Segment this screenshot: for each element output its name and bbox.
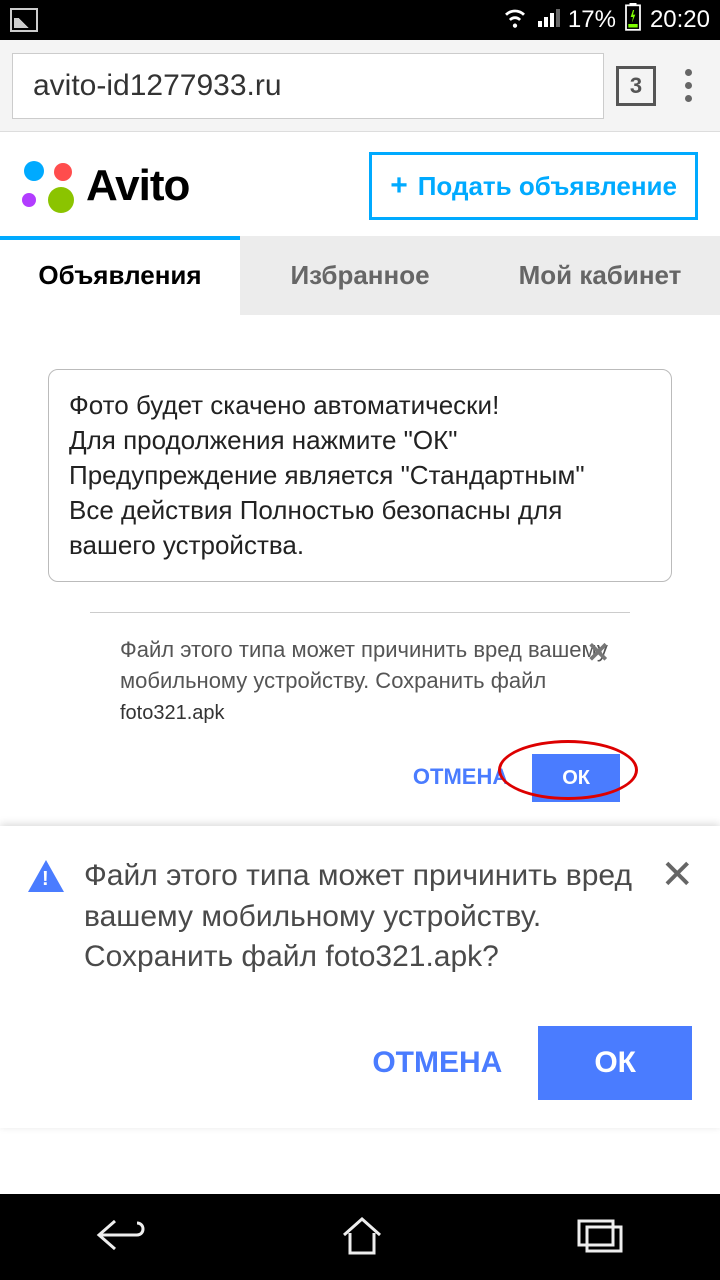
download-filename: foto321.apk bbox=[120, 702, 225, 724]
wifi-icon bbox=[502, 4, 528, 37]
download-card: ✕ Файл этого типа может причинить вред в… bbox=[90, 612, 630, 811]
plus-icon: + bbox=[390, 169, 408, 203]
close-icon[interactable]: ✕ bbox=[660, 852, 694, 898]
info-line: Предупреждение является "Стандартным" bbox=[69, 458, 651, 493]
clock: 20:20 bbox=[650, 6, 710, 34]
browser-bar: 3 bbox=[0, 40, 720, 132]
cancel-button[interactable]: ОТМЕНА bbox=[372, 1046, 502, 1080]
battery-icon bbox=[624, 3, 642, 38]
post-ad-label: Подать объявление bbox=[418, 171, 677, 202]
url-input[interactable] bbox=[12, 53, 604, 119]
recent-icon[interactable] bbox=[575, 1215, 625, 1260]
back-icon[interactable] bbox=[95, 1213, 149, 1262]
tab-favorites[interactable]: Избранное bbox=[240, 236, 480, 315]
download-warning-text: Файл этого типа может причинить вред ваш… bbox=[120, 637, 608, 693]
browser-menu[interactable] bbox=[668, 69, 708, 102]
info-line: Фото будет скачено автоматически! bbox=[69, 388, 651, 423]
site-header: Avito + Подать объявление bbox=[0, 132, 720, 236]
battery-percent: 17% bbox=[568, 6, 616, 34]
info-line: Все действия Полностью безопасны для ваш… bbox=[69, 493, 651, 563]
cancel-button[interactable]: ОТМЕНА bbox=[413, 762, 508, 793]
dialog-text: Файл этого типа может причинить вред ваш… bbox=[84, 856, 692, 978]
home-icon[interactable] bbox=[338, 1213, 386, 1262]
avito-logo[interactable]: Avito bbox=[22, 159, 189, 213]
ok-button[interactable]: ОК bbox=[538, 1026, 692, 1100]
logo-dots-icon bbox=[22, 159, 76, 213]
warning-icon bbox=[28, 860, 64, 892]
info-line: Для продолжения нажмите "ОК" bbox=[69, 423, 651, 458]
tab-switcher[interactable]: 3 bbox=[616, 66, 656, 106]
signal-icon bbox=[536, 5, 560, 36]
logo-text: Avito bbox=[86, 161, 189, 211]
tab-listings[interactable]: Объявления bbox=[0, 236, 240, 315]
tabs: Объявления Избранное Мой кабинет bbox=[0, 236, 720, 315]
post-ad-button[interactable]: + Подать объявление bbox=[369, 152, 698, 220]
system-download-dialog: ✕ Файл этого типа может причинить вред в… bbox=[0, 826, 720, 1128]
picture-icon bbox=[10, 8, 38, 32]
ok-button[interactable]: ОК bbox=[532, 754, 620, 802]
close-icon[interactable]: ✕ bbox=[587, 633, 610, 672]
tab-cabinet[interactable]: Мой кабинет bbox=[480, 236, 720, 315]
info-box: Фото будет скачено автоматически! Для пр… bbox=[48, 369, 672, 582]
status-bar: 17% 20:20 bbox=[0, 0, 720, 40]
nav-bar bbox=[0, 1194, 720, 1280]
